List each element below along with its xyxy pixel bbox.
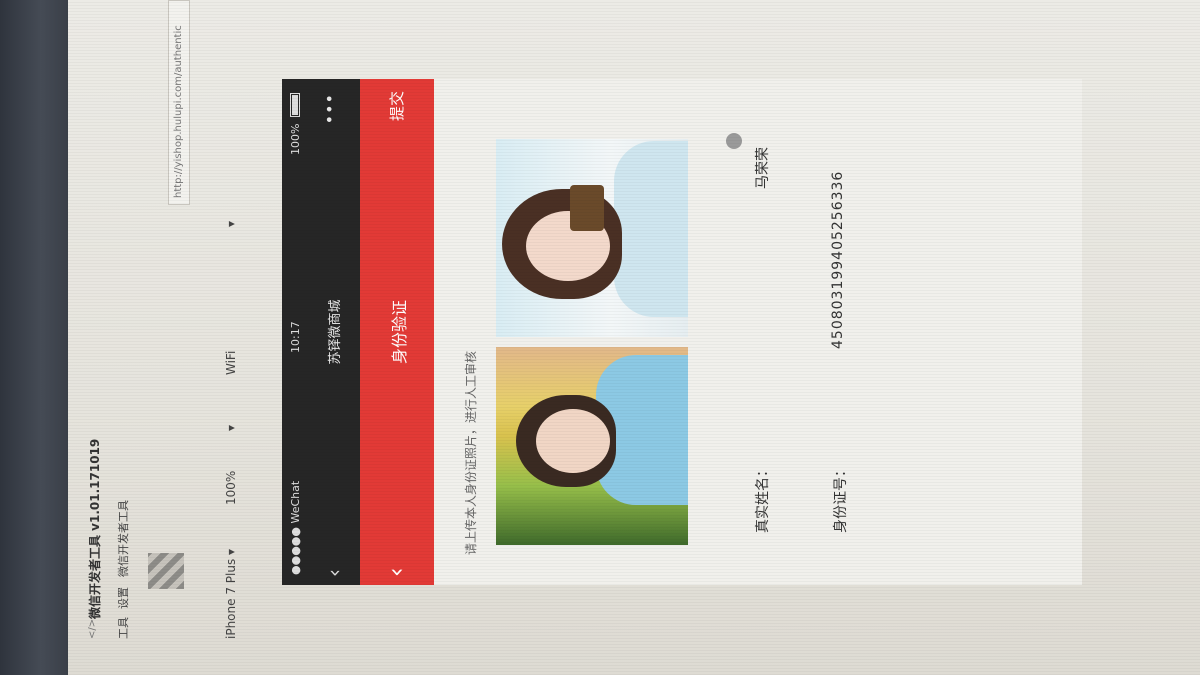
- nav-title: 苏铎微商城: [328, 299, 343, 365]
- rotated-view: </> 微信开发者工具 v1.01.171019 工具 设置 微信开发者工具 h…: [68, 0, 1200, 675]
- device-label: iPhone 7 Plus: [224, 558, 238, 639]
- page-header: ‹ 身份验证 提交: [360, 79, 434, 585]
- devtools-menubar: 工具 设置 微信开发者工具: [112, 0, 134, 675]
- network-label: WiFi: [224, 350, 238, 375]
- zoom-select[interactable]: 100%: [224, 471, 238, 505]
- clock: 10:17: [289, 321, 302, 353]
- more-dots-icon[interactable]: •••: [320, 93, 339, 124]
- photo-shirt: [614, 141, 688, 317]
- menu-item-settings[interactable]: 设置: [115, 587, 131, 609]
- id-label: 身份证号：: [833, 463, 849, 533]
- battery-icon: [290, 93, 300, 117]
- devtools-titlebar: </> 微信开发者工具 v1.01.171019: [82, 0, 108, 675]
- wechat-navbar: ‹ 苏铎微商城 •••: [308, 79, 360, 585]
- phone-simulator: ●●●●● WeChat 10:17 100% ‹ 苏铎微商城 ••• ‹ 身份…: [282, 79, 1082, 585]
- network-select[interactable]: WiFi: [224, 351, 238, 375]
- monitor-bezel: [0, 0, 68, 675]
- network-dropdown-icon[interactable]: ▾: [224, 221, 238, 227]
- submit-button[interactable]: 提交: [386, 91, 407, 121]
- menu-item-devtools[interactable]: 微信开发者工具: [115, 500, 131, 577]
- avatar[interactable]: [148, 553, 184, 589]
- device-select[interactable]: iPhone 7 Plus ▾: [224, 549, 238, 639]
- id-photo-back[interactable]: [496, 139, 688, 337]
- id-value: 450803199405256336: [830, 170, 846, 349]
- device-toolbar: iPhone 7 Plus ▾ 100% ▾ WiFi ▾: [218, 0, 248, 675]
- id-photo-front[interactable]: [496, 347, 688, 545]
- phone-in-hand: [570, 185, 604, 231]
- zoom-label: 100%: [224, 470, 238, 505]
- status-bar: ●●●●● WeChat 10:17 100%: [282, 79, 308, 585]
- upload-hint: 请上传本人身份证照片，进行人工审核: [464, 350, 478, 555]
- radio-dot-icon[interactable]: [726, 133, 742, 149]
- name-value: 马荣荣: [755, 147, 771, 189]
- code-icon: </>: [87, 618, 98, 639]
- menu-item-tools[interactable]: 工具: [115, 617, 131, 639]
- screen: </> 微信开发者工具 v1.01.171019 工具 设置 微信开发者工具 h…: [68, 0, 1200, 675]
- page-title: 身份验证: [390, 300, 409, 365]
- url-bar[interactable]: http://yishop.hulupi.com/authentic: [168, 0, 190, 205]
- name-label: 真实姓名：: [755, 463, 771, 533]
- devtools-title: 微信开发者工具 v1.01.171019: [88, 438, 102, 619]
- zoom-dropdown-icon[interactable]: ▾: [224, 425, 238, 431]
- battery-percent: 100%: [289, 123, 302, 155]
- photo-face: [536, 409, 610, 473]
- carrier: ●●●●● WeChat: [289, 480, 302, 575]
